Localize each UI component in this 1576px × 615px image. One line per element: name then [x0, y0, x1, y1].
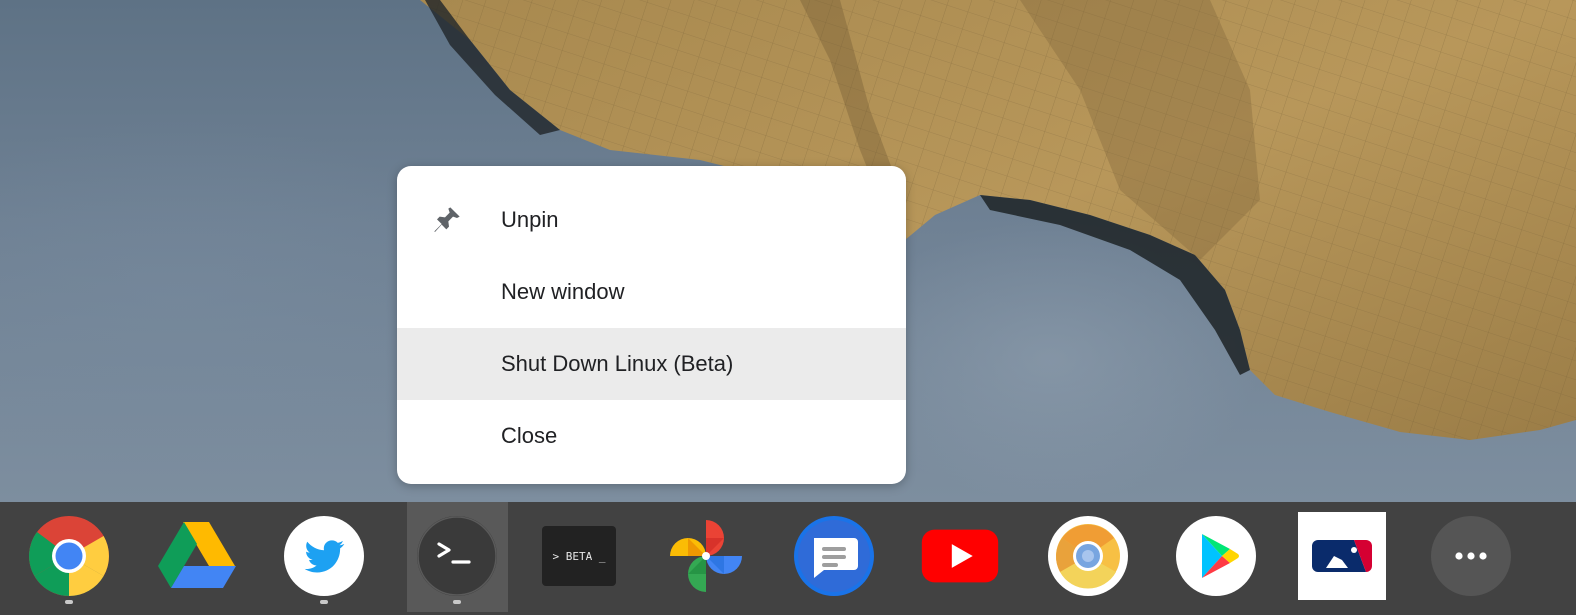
- more-icon: [1431, 516, 1511, 596]
- menu-item-close[interactable]: Close: [397, 400, 906, 472]
- menu-item-shut-down-linux[interactable]: Shut Down Linux (Beta): [397, 328, 906, 400]
- shelf-app-chrome[interactable]: [24, 512, 114, 608]
- menu-item-label: Shut Down Linux (Beta): [501, 351, 734, 376]
- google-drive-icon: [157, 516, 237, 596]
- shelf-context-menu: Unpin New window Shut Down Linux (Beta) …: [397, 166, 906, 484]
- shelf-app-chrome-canary[interactable]: [1043, 512, 1133, 608]
- terminal-icon: [417, 516, 497, 596]
- menu-item-label: Unpin: [501, 207, 559, 232]
- running-indicator: [65, 600, 73, 604]
- shelf-app-messages[interactable]: [789, 512, 879, 608]
- pin-icon: [434, 207, 460, 232]
- shelf-app-mlb[interactable]: [1297, 512, 1387, 608]
- shelf-app-youtube[interactable]: [915, 512, 1005, 608]
- shelf-app-linux-beta[interactable]: > BETA _: [534, 512, 624, 608]
- chrome-canary-icon: [1048, 516, 1128, 596]
- menu-item-unpin[interactable]: Unpin: [397, 184, 906, 256]
- linux-beta-icon-text: > BETA _: [552, 549, 606, 563]
- menu-item-label: Close: [501, 423, 558, 448]
- running-indicator: [320, 600, 328, 604]
- menu-item-new-window[interactable]: New window: [397, 256, 906, 328]
- shelf-app-play-store[interactable]: [1171, 512, 1261, 608]
- linux-beta-icon: > BETA _: [539, 516, 619, 596]
- google-photos-icon: [666, 516, 746, 596]
- shelf-app-terminal[interactable]: [407, 502, 508, 612]
- shelf: > BETA _: [0, 502, 1576, 615]
- mlb-icon: [1298, 512, 1386, 600]
- play-store-icon: [1176, 516, 1256, 596]
- youtube-icon: [920, 516, 1000, 596]
- running-indicator: [453, 600, 461, 604]
- shelf-app-more[interactable]: [1426, 512, 1516, 608]
- chrome-icon: [29, 516, 109, 596]
- shelf-app-twitter[interactable]: [279, 512, 369, 608]
- messages-icon: [794, 516, 874, 596]
- shelf-app-google-drive[interactable]: [152, 512, 242, 608]
- shelf-app-google-photos[interactable]: [661, 512, 751, 608]
- menu-item-label: New window: [501, 279, 625, 304]
- twitter-icon: [284, 516, 364, 596]
